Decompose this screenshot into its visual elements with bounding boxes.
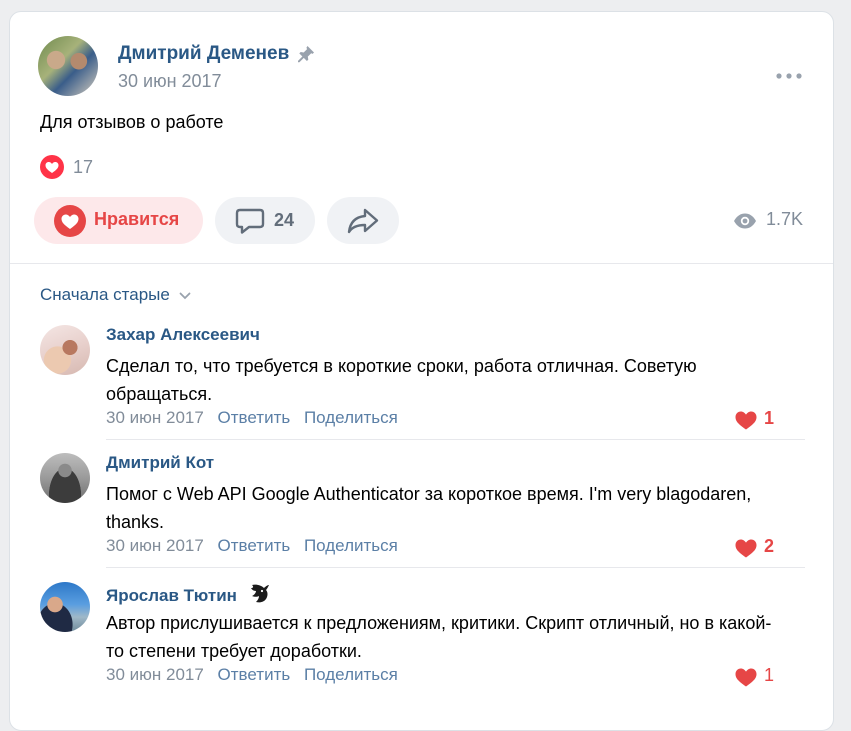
comment-text: Сделал то, что требуется в короткие срок… [106, 356, 697, 404]
comment-item: Захар Алексеевич Сделал то, что требуетс… [40, 325, 805, 445]
comment-date[interactable]: 30 июн 2017 [106, 536, 204, 555]
like-button-label: Нравится [94, 209, 180, 229]
author-avatar[interactable] [38, 36, 98, 96]
comment-date[interactable]: 30 июн 2017 [106, 665, 204, 684]
author-name[interactable]: Дмитрий Деменев [118, 43, 289, 65]
post-text: Для отзывов о работе [40, 112, 224, 132]
comment-date[interactable]: 30 июн 2017 [106, 408, 204, 427]
comment-like-count: 2 [764, 536, 775, 556]
comment-text: Помог с Web API Google Authenticator за … [106, 484, 752, 532]
comment-meta: 30 июн 2017 Ответить Поделиться [106, 536, 407, 556]
likes-count: 17 [73, 157, 94, 177]
comment-divider [106, 439, 805, 440]
share-link[interactable]: Поделиться [304, 408, 398, 427]
comment-text: Автор прислушивается к предложениям, кри… [106, 613, 772, 661]
comment-count: 24 [274, 210, 295, 230]
comment-button[interactable]: 24 [215, 197, 315, 244]
heart-icon [735, 411, 757, 430]
comment-meta: 30 июн 2017 Ответить Поделиться [106, 408, 407, 428]
post-header: Дмитрий Деменев 30 июн 2017 [38, 36, 808, 96]
commenter-name[interactable]: Ярослав Тютин [106, 582, 270, 606]
heart-icon [735, 668, 757, 687]
heart-badge-icon [40, 155, 64, 179]
comment-like-count: 1 [764, 408, 775, 428]
reply-link[interactable]: Ответить [218, 536, 291, 555]
share-link[interactable]: Поделиться [304, 536, 398, 555]
share-icon [347, 208, 379, 234]
sort-dropdown[interactable]: Сначала старые [40, 285, 191, 305]
heart-icon [735, 539, 757, 558]
commenter-name-text: Ярослав Тютин [106, 586, 237, 605]
commenter-avatar[interactable] [40, 582, 90, 632]
comment-item: Дмитрий Кот Помог с Web API Google Authe… [40, 453, 805, 573]
commenter-avatar[interactable] [40, 325, 90, 375]
commenter-name[interactable]: Захар Алексеевич [106, 325, 260, 345]
like-button[interactable]: Нравится [34, 197, 203, 244]
heart-icon [54, 205, 86, 237]
commenter-name[interactable]: Дмитрий Кот [106, 453, 214, 473]
sort-label: Сначала старые [40, 285, 170, 304]
post-card: Дмитрий Деменев 30 июн 2017 Для отзывов … [9, 11, 834, 731]
comment-item: Ярослав Тютин Автор прислушивается к пре… [40, 582, 805, 702]
more-options-icon[interactable] [774, 70, 804, 82]
comment-meta: 30 июн 2017 Ответить Поделиться [106, 665, 407, 685]
views-count: 1.7K [766, 209, 804, 229]
share-button[interactable] [327, 197, 399, 244]
eye-icon [734, 213, 756, 229]
reply-link[interactable]: Ответить [218, 665, 291, 684]
dragon-badge-icon [250, 584, 269, 603]
commenter-avatar[interactable] [40, 453, 90, 503]
pin-icon [298, 46, 314, 63]
comment-icon [235, 208, 265, 234]
divider [10, 263, 833, 264]
chevron-down-icon [179, 292, 190, 299]
post-date[interactable]: 30 июн 2017 [118, 71, 222, 92]
comment-like-count: 1 [764, 665, 775, 685]
comment-divider [106, 567, 805, 568]
reply-link[interactable]: Ответить [218, 408, 291, 427]
share-link[interactable]: Поделиться [304, 665, 398, 684]
